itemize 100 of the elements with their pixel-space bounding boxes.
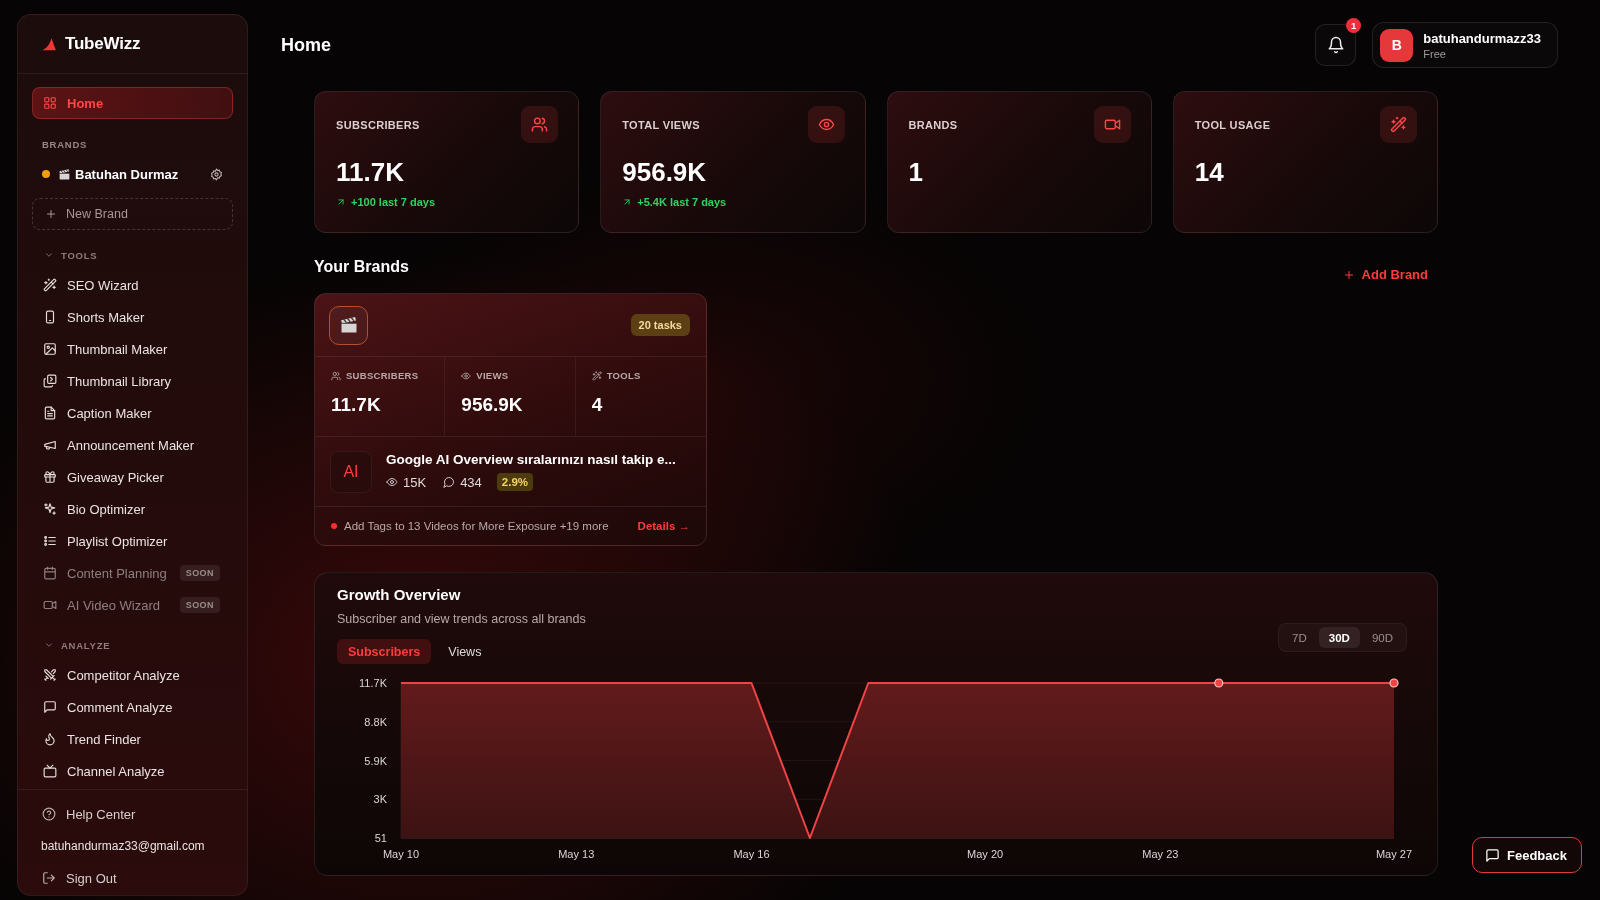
section-toggle[interactable]: ANALYZE <box>32 631 233 659</box>
sidebar-item[interactable]: Playlist Optimizer <box>32 525 233 557</box>
suggestion-text: Add Tags to 13 Videos for More Exposure +19 more <box>344 520 609 532</box>
magic-wand-icon <box>43 278 57 292</box>
x-axis-label: May 27 <box>1375 848 1413 860</box>
stat-value: 956.9K <box>622 156 707 188</box>
eye-icon <box>386 476 398 488</box>
brand-card[interactable]: 20 tasks SUBSCRIBERS 11.7K VIEWS 956.9K TOOLS 4 AI Google AI Overview sıralarınızı nasıl takip e... 15K 434 2.9% Add Tags to 13 Videos for More Exposure +19 more Details → <box>314 293 707 546</box>
sign-out-button[interactable]: Sign Out <box>32 862 233 894</box>
section-title: Your Brands <box>314 257 409 277</box>
sidebar-item[interactable]: Shorts Maker <box>32 301 233 333</box>
video-title[interactable]: Google AI Overview sıralarınızı nasıl takip e... <box>386 452 676 467</box>
stat-label: TOOL USAGE <box>1194 118 1271 131</box>
crossed-swords-icon <box>43 668 57 682</box>
section-label: BRANDS <box>41 138 88 152</box>
user-email: batuhandurmaz33@gmail.com <box>41 839 205 853</box>
range-button[interactable]: 7D <box>1282 627 1317 648</box>
sidebar-item[interactable]: Trend Finder <box>32 723 233 755</box>
chart-tab[interactable]: Views <box>437 639 493 664</box>
brand-item[interactable]: Batuhan Durmaz <box>32 159 233 189</box>
images-icon <box>43 374 57 388</box>
sidebar-item[interactable]: Competitor Analyze <box>32 659 233 691</box>
notification-count: 1 <box>1346 18 1362 33</box>
sidebar-item[interactable]: Home <box>32 87 233 119</box>
section-toggle[interactable]: TOOLS <box>32 241 233 269</box>
stat-value: 11.7K <box>331 394 381 416</box>
video-camera-icon <box>1093 106 1131 143</box>
bell-icon <box>1326 36 1345 54</box>
sidebar-item[interactable]: Channel Analyze <box>32 755 233 787</box>
sidebar-item[interactable]: Caption Maker <box>32 397 233 429</box>
card-title: Growth Overview <box>337 585 461 605</box>
y-axis-label: 3K <box>373 793 387 806</box>
message-icon <box>1485 847 1500 863</box>
arrow-up-right-icon <box>622 197 633 207</box>
users-icon <box>521 106 559 143</box>
calendar-icon <box>43 566 57 580</box>
chart-tab[interactable]: Subscribers <box>337 639 432 664</box>
flame-icon <box>43 732 57 746</box>
stat-label: SUBSCRIBERS <box>336 118 420 131</box>
magic-wand-icon <box>1380 106 1417 143</box>
stat-label: TOTAL VIEWS <box>622 118 700 131</box>
sidebar-item[interactable]: Bio Optimizer <box>32 493 233 525</box>
video-thumbnail: AI <box>330 450 372 493</box>
feedback-button[interactable]: Feedback <box>1472 837 1582 873</box>
list-icon <box>43 534 57 548</box>
stat-label: VIEWS <box>476 370 509 381</box>
engagement-rate: 2.9% <box>496 473 534 491</box>
sidebar-item[interactable]: Comment Analyze <box>32 691 233 723</box>
plus-icon <box>1342 268 1355 281</box>
stat-label: BRANDS <box>908 118 958 131</box>
y-axis-label: 5.9K <box>364 754 387 767</box>
gift-icon <box>43 470 57 484</box>
stat-value: 14 <box>1194 156 1224 188</box>
stat-label: SUBSCRIBERS <box>346 370 419 381</box>
y-axis-label: 11.7K <box>359 677 387 689</box>
sidebar-item[interactable]: Giveaway Picker <box>32 461 233 493</box>
settings-icon <box>210 167 223 181</box>
x-axis-label: May 16 <box>733 848 770 860</box>
sidebar-item[interactable]: SEO Wizard <box>32 269 233 301</box>
stat-change: +5.4K last 7 days <box>637 196 727 208</box>
x-axis-label: May 13 <box>558 848 595 860</box>
sidebar-item[interactable]: Thumbnail Maker <box>32 333 233 365</box>
sidebar-item[interactable]: Announcement Maker <box>32 429 233 461</box>
clapper-icon <box>329 305 368 345</box>
x-axis-label: May 23 <box>1142 848 1179 860</box>
range-button[interactable]: 90D <box>1361 627 1403 648</box>
coming-soon-label: SOON <box>179 565 220 581</box>
user-menu[interactable]: B batuhandurmazz33 Free <box>1372 22 1558 68</box>
x-axis-label: May 10 <box>382 848 420 860</box>
dot-icon <box>331 523 337 529</box>
stat-value: 11.7K <box>336 156 404 188</box>
stat-value: 4 <box>591 394 603 416</box>
logo-icon <box>41 36 57 52</box>
user-avatar: B <box>1380 28 1414 62</box>
video-camera-icon <box>43 598 57 612</box>
add-brand-button[interactable]: Add Brand <box>1342 267 1428 282</box>
new-brand-button[interactable]: New Brand <box>32 198 233 230</box>
magic-wand-icon <box>591 370 602 381</box>
range-button[interactable]: 30D <box>1318 627 1360 648</box>
y-axis-label: 51 <box>374 832 387 844</box>
arrow-up-right-icon <box>336 197 346 207</box>
help-icon <box>42 807 56 821</box>
sign-out-icon <box>42 871 56 885</box>
stat-change: +100 last 7 days <box>351 196 436 208</box>
sidebar-item[interactable]: Thumbnail Library <box>32 365 233 397</box>
image-icon <box>43 342 57 356</box>
help-link[interactable]: Help Center <box>32 798 233 830</box>
data-point <box>1389 678 1399 688</box>
user-plan: Free <box>1423 47 1446 60</box>
stat-value: 1 <box>908 156 923 188</box>
comment-icon <box>443 476 456 488</box>
data-point <box>1214 678 1224 688</box>
card-subtitle: Subscriber and view trends across all brands <box>337 611 586 627</box>
details-link[interactable]: Details → <box>637 520 690 532</box>
x-axis-label: May 20 <box>967 848 1004 860</box>
grid-icon <box>43 96 57 110</box>
stat-value: 956.9K <box>461 394 523 416</box>
page-title: Home <box>281 34 331 56</box>
clapper-icon <box>58 167 71 181</box>
document-icon <box>43 406 57 420</box>
